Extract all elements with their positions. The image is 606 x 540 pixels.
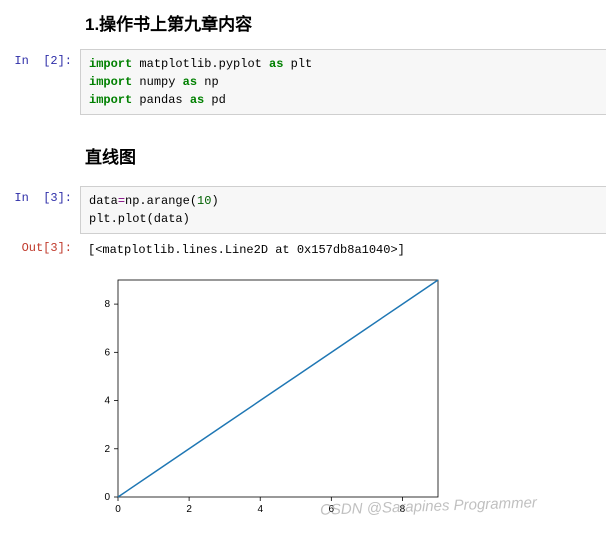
chart-output: 0 2 4 6 8 0 2 4 6 8 xyxy=(80,270,606,528)
line-chart: 0 2 4 6 8 0 2 4 6 8 xyxy=(80,270,450,525)
svg-text:6: 6 xyxy=(104,347,110,358)
in-prompt: In [3]: xyxy=(0,186,80,205)
code-cell-2: In [3]: data=np.arange(10)plt.plot(data) xyxy=(0,186,606,236)
subsection-heading: 直线图 xyxy=(85,143,606,168)
svg-text:4: 4 xyxy=(257,504,263,515)
out-prompt: Out[3]: xyxy=(0,236,80,255)
svg-text:4: 4 xyxy=(104,396,110,407)
code-cell-1: In [2]: import matplotlib.pyplot as plti… xyxy=(0,49,606,117)
svg-text:2: 2 xyxy=(186,504,192,515)
in-prompt: In [2]: xyxy=(0,49,80,68)
svg-text:8: 8 xyxy=(400,504,406,515)
output-cell: Out[3]: [<matplotlib.lines.Line2D at 0x1… xyxy=(0,236,606,266)
code-input[interactable]: data=np.arange(10)plt.plot(data) xyxy=(80,186,606,234)
svg-text:0: 0 xyxy=(104,492,110,503)
svg-text:6: 6 xyxy=(329,504,335,515)
svg-text:2: 2 xyxy=(104,444,110,455)
svg-text:0: 0 xyxy=(115,504,121,515)
svg-text:8: 8 xyxy=(104,299,110,310)
output-text: [<matplotlib.lines.Line2D at 0x157db8a10… xyxy=(80,236,606,264)
section-heading: 1.操作书上第九章内容 xyxy=(85,10,606,35)
code-input[interactable]: import matplotlib.pyplot as pltimport nu… xyxy=(80,49,606,115)
